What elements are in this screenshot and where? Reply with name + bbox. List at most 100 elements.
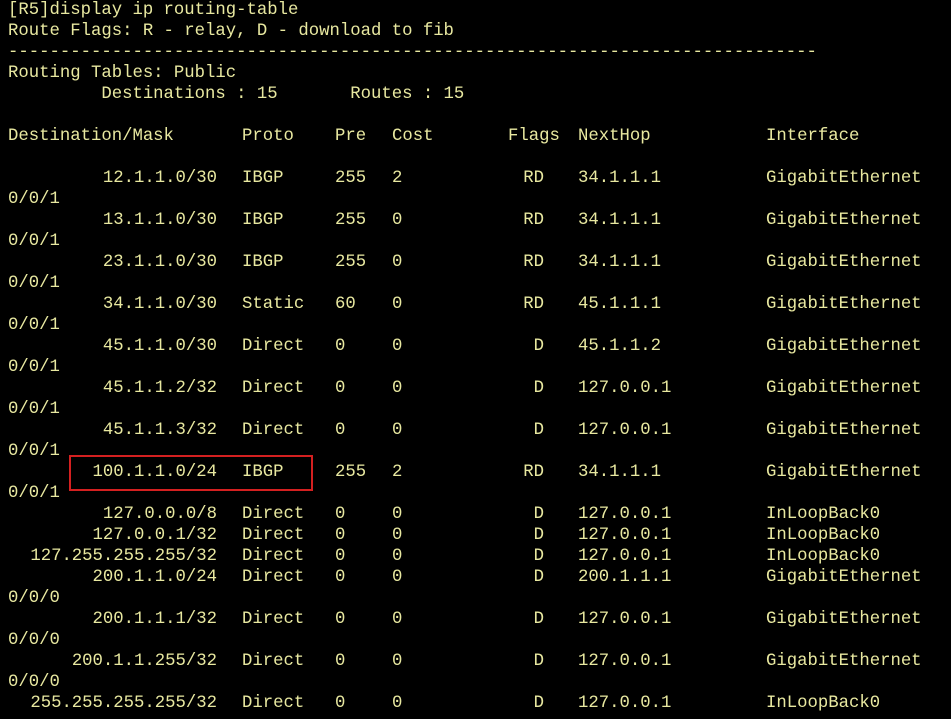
destination-mask: 23.1.1.0/30	[102, 253, 217, 272]
nexthop: 45.1.1.1	[578, 295, 661, 314]
nexthop: 127.0.0.1	[578, 694, 672, 713]
nexthop: 200.1.1.1	[578, 568, 672, 587]
nexthop: 127.0.0.1	[578, 610, 672, 629]
flags: D	[533, 337, 544, 356]
flags: D	[533, 547, 544, 566]
terminal-window[interactable]: [R5]display ip routing-table Route Flags…	[0, 0, 951, 719]
col-pre: Pre	[335, 127, 367, 146]
col-flags: Flags	[508, 127, 560, 146]
interface: GigabitEthernet	[766, 610, 922, 629]
interface-continuation: 0/0/1	[8, 274, 60, 293]
cost: 0	[392, 211, 403, 230]
preference: 0	[335, 568, 346, 587]
interface: GigabitEthernet	[766, 337, 922, 356]
proto: Direct	[242, 568, 305, 587]
counts-line: Destinations : 15 Routes : 15	[8, 85, 465, 104]
flags: RD	[523, 295, 544, 314]
preference: 0	[335, 694, 346, 713]
interface-continuation: 0/0/1	[8, 442, 60, 461]
col-destination-mask: Destination/Mask	[8, 127, 174, 146]
proto: Direct	[242, 421, 305, 440]
proto: Direct	[242, 547, 305, 566]
flags: D	[533, 568, 544, 587]
interface: GigabitEthernet	[766, 295, 922, 314]
proto: Direct	[242, 379, 305, 398]
destination-mask: 12.1.1.0/30	[102, 169, 217, 188]
flags: RD	[523, 253, 544, 272]
flags: RD	[523, 463, 544, 482]
nexthop: 127.0.0.1	[578, 379, 672, 398]
flags: D	[533, 694, 544, 713]
nexthop: 34.1.1.1	[578, 253, 661, 272]
nexthop: 34.1.1.1	[578, 463, 661, 482]
nexthop: 127.0.0.1	[578, 505, 672, 524]
flags: D	[533, 652, 544, 671]
cost: 0	[392, 526, 403, 545]
interface: GigabitEthernet	[766, 463, 922, 482]
col-interface: Interface	[766, 127, 860, 146]
nexthop: 127.0.0.1	[578, 421, 672, 440]
nexthop: 45.1.1.2	[578, 337, 661, 356]
preference: 0	[335, 610, 346, 629]
interface: InLoopBack0	[766, 547, 881, 566]
destination-mask: 200.1.1.1/32	[92, 610, 217, 629]
destination-mask: 127.0.0.1/32	[92, 526, 217, 545]
interface-continuation: 0/0/0	[8, 589, 60, 608]
destination-mask: 200.1.1.255/32	[71, 652, 217, 671]
cost: 0	[392, 610, 403, 629]
proto: Direct	[242, 694, 305, 713]
proto: IBGP	[242, 211, 284, 230]
preference: 0	[335, 505, 346, 524]
flags: RD	[523, 169, 544, 188]
preference: 0	[335, 547, 346, 566]
destination-mask: 13.1.1.0/30	[102, 211, 217, 230]
destination-mask: 45.1.1.3/32	[102, 421, 217, 440]
interface: InLoopBack0	[766, 694, 881, 713]
destination-mask: 34.1.1.0/30	[102, 295, 217, 314]
interface: GigabitEthernet	[766, 211, 922, 230]
interface-continuation: 0/0/1	[8, 484, 60, 503]
nexthop: 127.0.0.1	[578, 547, 672, 566]
flags: D	[533, 421, 544, 440]
destination-mask: 255.255.255.255/32	[30, 694, 217, 713]
preference: 255	[335, 211, 367, 230]
cost: 0	[392, 505, 403, 524]
proto: IBGP	[242, 253, 284, 272]
interface: InLoopBack0	[766, 526, 881, 545]
interface-continuation: 0/0/1	[8, 232, 60, 251]
interface-continuation: 0/0/0	[8, 673, 60, 692]
col-proto: Proto	[242, 127, 294, 146]
cost: 0	[392, 421, 403, 440]
flags: D	[533, 505, 544, 524]
preference: 255	[335, 253, 367, 272]
cost: 0	[392, 379, 403, 398]
cost: 0	[392, 694, 403, 713]
cost: 0	[392, 652, 403, 671]
highlight-box	[69, 455, 313, 491]
col-cost: Cost	[392, 127, 434, 146]
separator-line: ----------------------------------------…	[8, 43, 817, 62]
cost: 0	[392, 547, 403, 566]
preference: 0	[335, 526, 346, 545]
nexthop: 34.1.1.1	[578, 211, 661, 230]
preference: 60	[335, 295, 356, 314]
interface: GigabitEthernet	[766, 421, 922, 440]
proto: Direct	[242, 505, 305, 524]
cost: 2	[392, 463, 403, 482]
flags: D	[533, 379, 544, 398]
preference: 0	[335, 379, 346, 398]
proto: Direct	[242, 337, 305, 356]
interface: GigabitEthernet	[766, 169, 922, 188]
proto: Direct	[242, 610, 305, 629]
destination-mask: 200.1.1.0/24	[92, 568, 217, 587]
interface-continuation: 0/0/0	[8, 631, 60, 650]
col-nexthop: NextHop	[578, 127, 651, 146]
nexthop: 127.0.0.1	[578, 526, 672, 545]
preference: 0	[335, 421, 346, 440]
proto: Direct	[242, 652, 305, 671]
command-line: [R5]display ip routing-table	[8, 1, 299, 20]
preference: 255	[335, 169, 367, 188]
interface-continuation: 0/0/1	[8, 316, 60, 335]
interface: InLoopBack0	[766, 505, 881, 524]
cost: 0	[392, 337, 403, 356]
